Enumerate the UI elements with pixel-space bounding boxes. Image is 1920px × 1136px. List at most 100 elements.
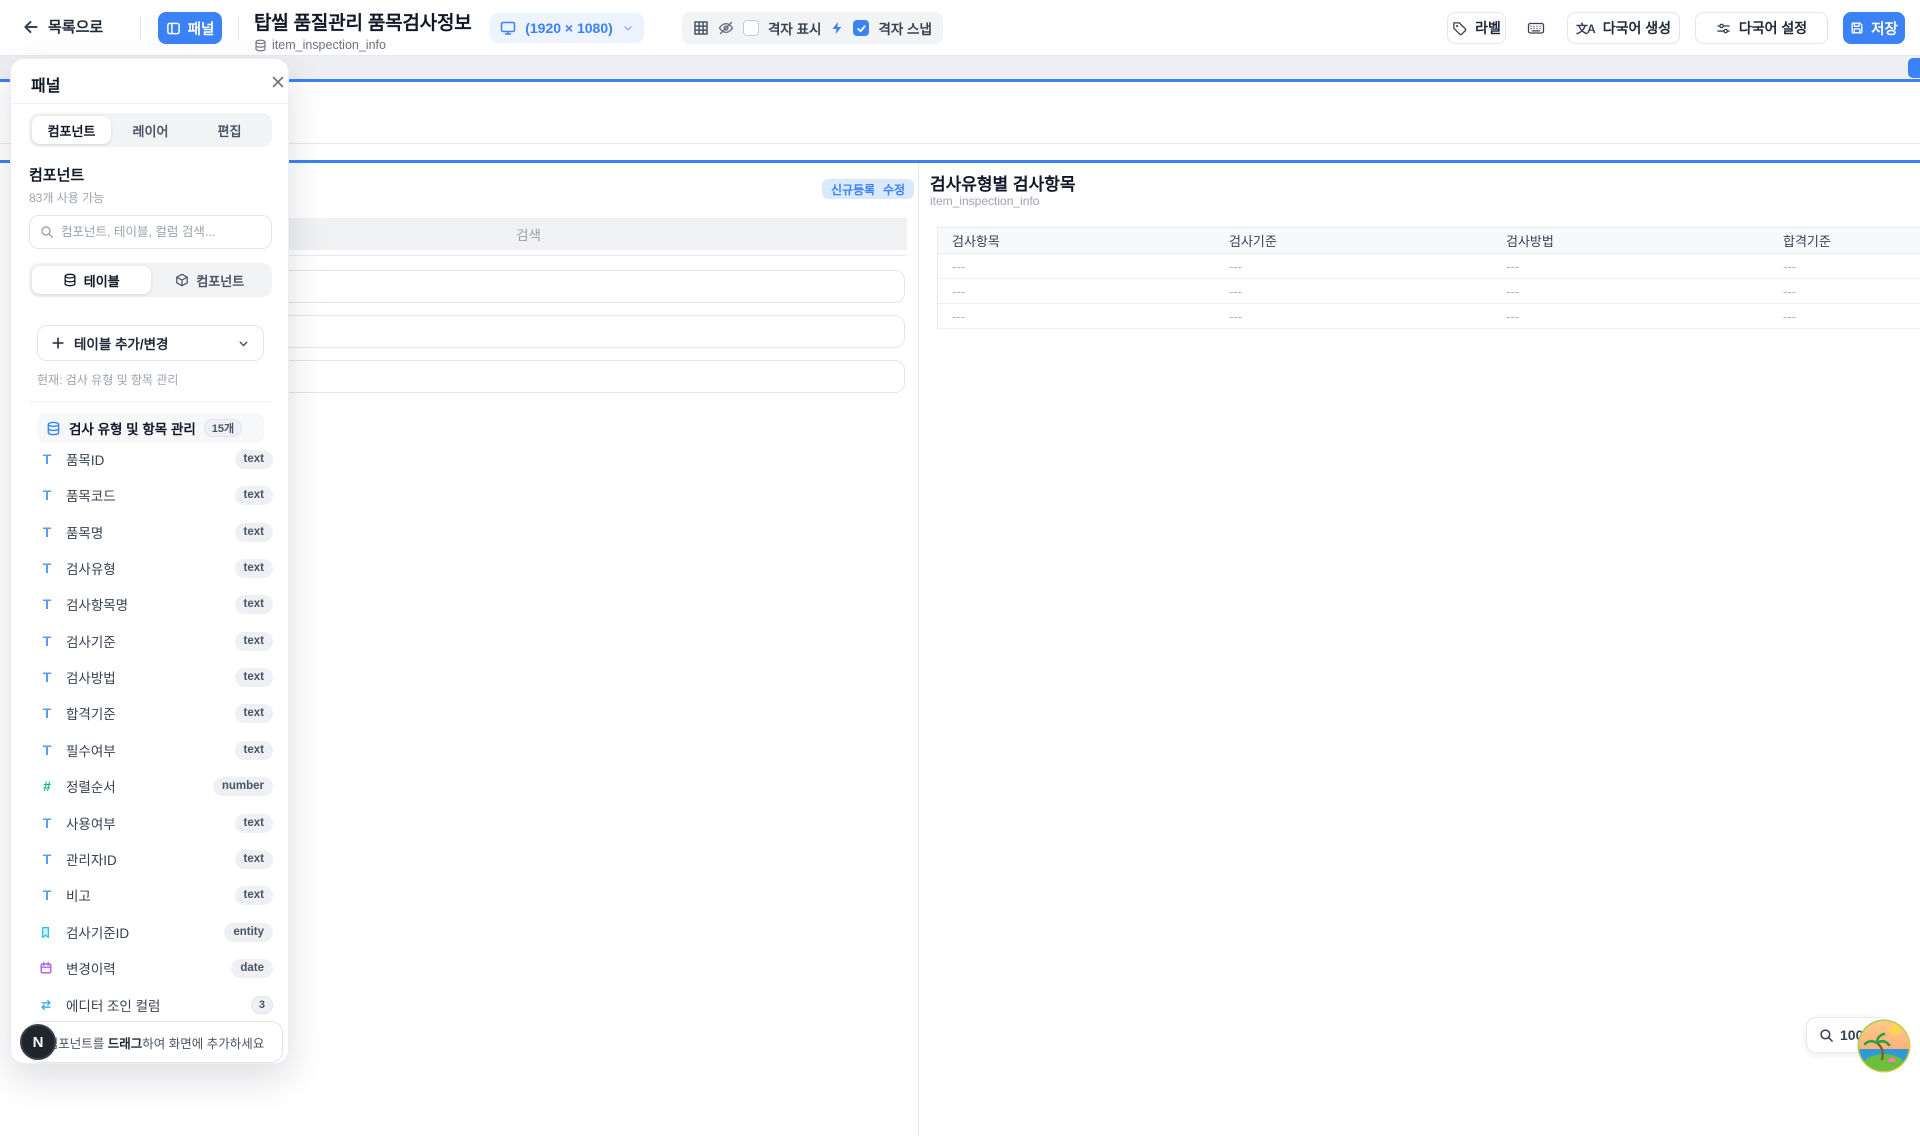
assistant-letter: N xyxy=(33,1034,44,1051)
field-row-partial[interactable]: 에디터 조인 컬럼 3 xyxy=(39,988,273,1022)
cell: --- xyxy=(1215,304,1492,328)
current-table-label: 현재: 검사 유형 및 항목 관리 xyxy=(37,371,178,388)
inspection-items-table[interactable]: 검사항목 검사기준 검사방법 합격기준 --- --- --- --- --- … xyxy=(937,227,1920,329)
text-type-icon: T xyxy=(39,815,55,831)
field-type-badge: text xyxy=(235,850,273,869)
panel-title: 패널 xyxy=(31,72,60,96)
cell: --- xyxy=(1769,279,1920,303)
field-label: 관리자ID xyxy=(66,849,224,869)
field-label: 사용여부 xyxy=(66,813,224,833)
panel-close-button[interactable] xyxy=(267,71,289,93)
monitor-icon xyxy=(500,20,516,36)
search-icon xyxy=(40,225,54,239)
i18n-generate-button[interactable]: 文A 다국어 생성 xyxy=(1567,12,1680,44)
grid-snap-checkbox[interactable] xyxy=(853,20,869,36)
tag-icon xyxy=(1452,21,1467,36)
field-row[interactable]: T합격기준text xyxy=(39,696,273,730)
cell: --- xyxy=(1215,279,1492,303)
back-button[interactable]: 목록으로 xyxy=(22,16,103,37)
field-type-badge: text xyxy=(235,741,273,760)
field-row[interactable]: T 사용여부 text xyxy=(39,806,273,840)
hint-bold: 드래그 xyxy=(108,1037,143,1051)
tab-label: 레이어 xyxy=(133,121,169,140)
region-divider xyxy=(918,163,919,1136)
grid-snap-label: 격자 스냅 xyxy=(878,18,931,38)
label-button[interactable]: 라벨 xyxy=(1447,12,1506,44)
tab-layers[interactable]: 레이어 xyxy=(111,116,190,144)
field-row[interactable]: 검사기준ID entity xyxy=(39,915,273,949)
field-row[interactable]: T검사항목명text xyxy=(39,587,273,621)
canvas-corner-accent xyxy=(1908,58,1920,78)
column-header: 합격기준 xyxy=(1769,228,1920,253)
field-type-badge: text xyxy=(235,632,273,651)
source-tab-table[interactable]: 테이블 xyxy=(32,266,151,294)
keyboard-icon xyxy=(1527,20,1545,36)
field-row[interactable]: T검사방법text xyxy=(39,660,273,694)
keyboard-shortcuts-button[interactable] xyxy=(1527,20,1545,36)
text-type-icon: T xyxy=(39,487,55,503)
table-group-name: 검사 유형 및 항목 관리 xyxy=(69,418,196,438)
field-label: 검사방법 xyxy=(66,667,224,687)
text-type-icon: T xyxy=(39,669,55,685)
field-label: 품목명 xyxy=(66,522,224,542)
column-header: 검사항목 xyxy=(938,228,1215,253)
add-table-label: 테이블 추가/변경 xyxy=(74,333,228,353)
field-type-badge: text xyxy=(235,450,273,469)
field-type-badge: text xyxy=(235,814,273,833)
grid-show-checkbox[interactable] xyxy=(743,20,759,36)
source-tab-component[interactable]: 컴포넌트 xyxy=(151,266,270,294)
field-label: 합격기준 xyxy=(66,703,224,723)
field-row[interactable]: T 관리자ID text xyxy=(39,842,273,876)
text-type-icon: T xyxy=(39,742,55,758)
resolution-value: (1920 × 1080) xyxy=(525,20,613,36)
lightning-icon xyxy=(830,21,844,35)
field-row[interactable]: T검사유형text xyxy=(39,551,273,585)
text-type-icon: T xyxy=(39,633,55,649)
field-row[interactable]: T품목코드text xyxy=(39,478,273,512)
save-button[interactable]: 저장 xyxy=(1843,12,1905,44)
tab-components[interactable]: 컴포넌트 xyxy=(32,116,111,144)
i18n-settings-button[interactable]: 다국어 설정 xyxy=(1695,12,1828,44)
entity-type-icon xyxy=(39,925,55,940)
field-label: 검사유형 xyxy=(66,558,224,578)
field-type-badge: text xyxy=(235,886,273,905)
field-row[interactable]: 변경이력 date xyxy=(39,951,273,985)
cell: --- xyxy=(938,279,1215,303)
sliders-icon xyxy=(1716,21,1731,36)
field-row[interactable]: T필수여부text xyxy=(39,733,273,767)
add-table-dropdown[interactable]: 테이블 추가/변경 xyxy=(37,325,264,361)
join-columns-icon xyxy=(39,998,55,1012)
field-row[interactable]: T품목IDtext xyxy=(39,442,273,476)
island-icon xyxy=(1856,1018,1912,1074)
panel-toggle-button[interactable]: 패널 xyxy=(158,12,222,44)
eye-off-icon[interactable] xyxy=(718,20,734,36)
field-row[interactable]: T비고text xyxy=(39,878,273,912)
edit-badge[interactable]: 수정 xyxy=(874,179,914,199)
table-group-header[interactable]: 검사 유형 및 항목 관리 15개 xyxy=(37,413,264,443)
tab-edit[interactable]: 편집 xyxy=(190,116,269,144)
field-label: 검사기준ID xyxy=(66,922,213,942)
panel-tabs: 컴포넌트 레이어 편집 xyxy=(29,113,272,147)
field-row[interactable]: T검사기준text xyxy=(39,624,273,658)
field-row[interactable]: T품목명text xyxy=(39,515,273,549)
assistant-avatar[interactable]: N xyxy=(20,1024,56,1060)
database-icon xyxy=(46,421,61,436)
field-count-badge: 15개 xyxy=(204,419,242,437)
component-search-box[interactable] xyxy=(29,215,272,249)
search-input[interactable] xyxy=(61,225,261,239)
hint-text: 컴포넌트를 드래그하여 화면에 추가하세요 xyxy=(47,1033,264,1052)
tab-label: 컴포넌트 xyxy=(48,121,96,140)
field-type-badge: date xyxy=(231,959,273,978)
source-tab-label: 테이블 xyxy=(84,271,120,290)
hint-suffix: 하여 화면에 추가하세요 xyxy=(142,1037,264,1051)
magnifier-icon xyxy=(1819,1028,1834,1043)
grid-icon[interactable] xyxy=(693,20,709,36)
divider xyxy=(29,401,272,402)
resolution-dropdown[interactable]: (1920 × 1080) xyxy=(490,13,644,43)
page-title: 탑씰 품질관리 품목검사정보 xyxy=(254,8,472,35)
components-heading: 컴포넌트 xyxy=(29,164,84,185)
grid-toolbar-group: 격자 표시 격자 스냅 xyxy=(682,12,943,44)
island-badge[interactable] xyxy=(1856,1018,1912,1074)
text-type-icon: T xyxy=(39,851,55,867)
field-row[interactable]: #정렬순서number xyxy=(39,769,273,803)
